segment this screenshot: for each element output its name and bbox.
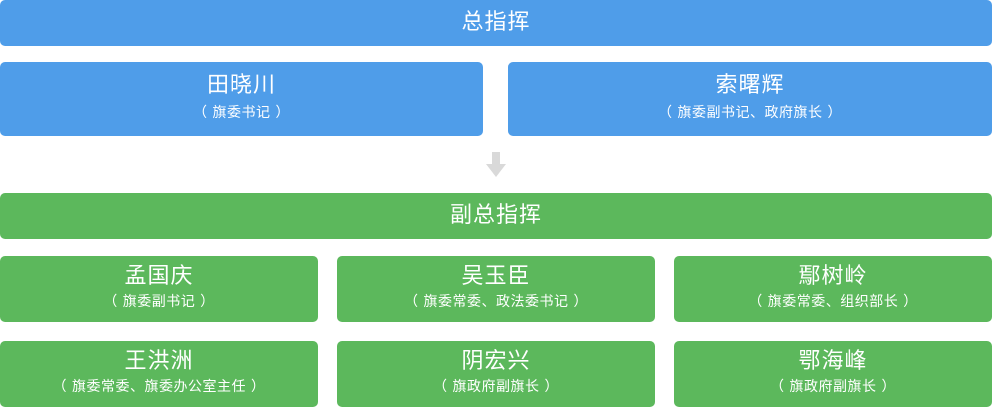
deputy-header: 副总指挥 <box>0 193 992 239</box>
person-name: 索曙辉 <box>715 73 785 98</box>
person-role: （ 旗政府副旗长 ） <box>433 379 559 395</box>
person-name: 阴宏兴 <box>461 349 531 374</box>
person-name: 吴玉臣 <box>461 264 531 289</box>
commander-title: 总指挥 <box>461 10 531 35</box>
deputy-card: 吴玉臣 （ 旗委常委、政法委书记 ） <box>337 256 655 322</box>
person-role: （ 旗委副书记、政府旗长 ） <box>658 105 842 121</box>
person-name: 鄂海峰 <box>798 349 868 374</box>
arrow-down-icon <box>486 152 506 177</box>
deputy-card: 王洪洲 （ 旗委常委、旗委办公室主任 ） <box>0 341 318 407</box>
person-role: （ 旗委常委、组织部长 ） <box>748 294 918 310</box>
person-role: （ 旗委副书记 ） <box>103 294 215 310</box>
person-role: （ 旗政府副旗长 ） <box>770 379 896 395</box>
person-role: （ 旗委书记 ） <box>193 105 290 121</box>
person-name: 孟国庆 <box>124 264 194 289</box>
person-name: 鄢树岭 <box>798 264 868 289</box>
commander-card: 索曙辉 （ 旗委副书记、政府旗长 ） <box>508 62 992 136</box>
commander-header: 总指挥 <box>0 0 992 46</box>
deputy-title: 副总指挥 <box>449 203 542 228</box>
person-name: 田晓川 <box>206 73 276 98</box>
deputy-card: 阴宏兴 （ 旗政府副旗长 ） <box>337 341 655 407</box>
person-name: 王洪洲 <box>124 349 194 374</box>
person-role: （ 旗委常委、政法委书记 ） <box>404 294 588 310</box>
person-role: （ 旗委常委、旗委办公室主任 ） <box>52 379 266 395</box>
deputy-card: 鄢树岭 （ 旗委常委、组织部长 ） <box>674 256 992 322</box>
deputy-card: 孟国庆 （ 旗委副书记 ） <box>0 256 318 322</box>
deputy-card: 鄂海峰 （ 旗政府副旗长 ） <box>674 341 992 407</box>
commander-card: 田晓川 （ 旗委书记 ） <box>0 62 483 136</box>
